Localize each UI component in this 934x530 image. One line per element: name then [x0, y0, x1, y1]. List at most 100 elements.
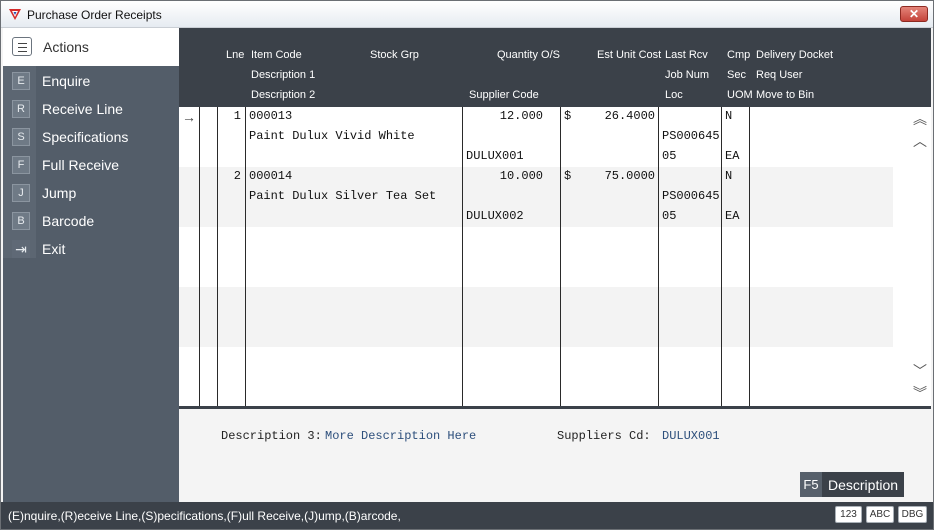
row-uom: EA — [725, 149, 740, 163]
row-currency: $ — [564, 109, 572, 123]
scroll-to-bottom-icon[interactable]: ︾ — [912, 385, 928, 401]
col-header-move-to-bin[interactable]: Move to Bin — [756, 89, 814, 101]
scroll-page-up-icon[interactable]: ︿ — [912, 133, 928, 149]
suppliers-cd-value: DULUX001 — [662, 429, 720, 443]
description-button[interactable]: F5 Description — [800, 472, 904, 497]
action-receive-line[interactable]: R Receive Line — [3, 95, 179, 123]
grid-scrollbar[interactable]: ︽ ︿ ﹀ ︾ — [909, 107, 931, 407]
col-header-job-num[interactable]: Job Num — [665, 69, 709, 81]
col-header-stock-grp[interactable]: Stock Grp — [370, 49, 419, 61]
col-header-supplier-code[interactable]: Supplier Code — [469, 89, 539, 101]
receipt-lines-grid: → 1 000013 12.000 $ 26.4000 N Paint Dulu… — [179, 107, 931, 407]
row-job-num[interactable]: PS000645 — [662, 189, 720, 203]
column-divider — [721, 107, 722, 407]
column-divider — [462, 107, 463, 407]
action-jump[interactable]: J Jump — [3, 179, 179, 207]
description-button-label: Description — [828, 477, 899, 493]
column-divider — [245, 107, 246, 407]
suppliers-cd-label: Suppliers Cd: — [557, 429, 651, 443]
numlock-indicator: 123 — [835, 506, 862, 523]
col-header-description-1[interactable]: Description 1 — [251, 69, 315, 81]
col-header-item-code[interactable]: Item Code — [251, 49, 302, 61]
app-logo-icon — [9, 9, 21, 20]
row-currency: $ — [564, 169, 572, 183]
action-label: Specifications — [42, 129, 129, 145]
column-divider — [749, 107, 750, 407]
status-message: (E)nquire,(R)eceive Line,(S)pecification… — [8, 509, 401, 523]
action-label: Enquire — [42, 73, 91, 89]
description-3-value: More Description Here — [325, 429, 477, 443]
row-quantity[interactable]: 10.000 — [465, 169, 543, 183]
action-specifications[interactable]: S Specifications — [3, 123, 179, 151]
actions-title: Actions — [43, 39, 89, 55]
row-lne: 1 — [233, 109, 241, 123]
current-row-arrow-icon: → — [182, 109, 196, 125]
row-est-unit-cost[interactable]: 26.4000 — [577, 109, 655, 123]
row-est-unit-cost[interactable]: 75.0000 — [577, 169, 655, 183]
row-item-code[interactable]: 000014 — [249, 169, 292, 183]
action-label: Jump — [42, 185, 77, 201]
description-3-label: Description 3: — [221, 429, 322, 443]
f5-key-icon: F5 — [800, 472, 822, 497]
app-window: Purchase Order Receipts ✕ Actions E Enqu… — [0, 0, 934, 530]
action-label: Full Receive — [42, 157, 120, 173]
title-bar: Purchase Order Receipts ✕ — [1, 1, 933, 28]
row-item-code[interactable]: 000013 — [249, 109, 292, 123]
row-job-num[interactable]: PS000645 — [662, 129, 720, 143]
row-lne: 2 — [233, 169, 241, 183]
actions-sidebar: Actions E Enquire R Receive Line S Speci… — [3, 28, 179, 502]
hotkey-j-icon: J — [12, 184, 30, 202]
action-full-receive[interactable]: F Full Receive — [3, 151, 179, 179]
action-label: Exit — [42, 241, 66, 257]
row-uom: EA — [725, 209, 740, 223]
col-header-sec[interactable]: Sec — [727, 69, 746, 81]
empty-row — [179, 347, 893, 407]
row-loc[interactable]: 05 — [662, 149, 676, 163]
column-divider — [658, 107, 659, 407]
hotkey-r-icon: R — [12, 100, 30, 118]
scroll-page-down-icon[interactable]: ﹀ — [912, 363, 928, 379]
row-cmp: N — [725, 169, 733, 183]
column-divider — [560, 107, 561, 407]
hotkey-e-icon: E — [12, 72, 30, 90]
row-supplier-code[interactable]: DULUX001 — [466, 149, 524, 163]
hamburger-menu-icon[interactable] — [12, 37, 32, 56]
empty-row — [179, 227, 893, 287]
window-title: Purchase Order Receipts — [27, 8, 162, 22]
row-description-1[interactable]: Paint Dulux Vivid White — [249, 129, 415, 143]
close-button[interactable]: ✕ — [900, 6, 928, 22]
row-loc[interactable]: 05 — [662, 209, 676, 223]
actions-header[interactable]: Actions — [3, 28, 179, 66]
action-exit[interactable]: ⇥ Exit — [3, 235, 179, 263]
col-header-est-unit-cost[interactable]: Est Unit Cost — [597, 49, 661, 61]
scroll-to-top-icon[interactable]: ︽ — [912, 111, 928, 127]
row-supplier-code[interactable]: DULUX002 — [466, 209, 524, 223]
col-header-uom[interactable]: UOM — [727, 89, 753, 101]
col-header-description-2[interactable]: Description 2 — [251, 89, 315, 101]
column-divider — [199, 107, 200, 407]
row-description-1[interactable]: Paint Dulux Silver Tea Set — [249, 189, 436, 203]
col-header-lne[interactable]: Lne — [226, 49, 244, 61]
row-quantity[interactable]: 12.000 — [465, 109, 543, 123]
detail-panel: Description 3: More Description Here Sup… — [179, 409, 931, 502]
capslock-indicator: ABC — [866, 506, 894, 523]
hotkey-b-icon: B — [12, 212, 30, 230]
hotkey-f-icon: F — [12, 156, 30, 174]
col-header-last-rcv[interactable]: Last Rcv — [665, 49, 708, 61]
status-bar: (E)nquire,(R)eceive Line,(S)pecification… — [1, 502, 933, 529]
empty-row — [179, 287, 893, 347]
action-label: Barcode — [42, 213, 95, 229]
col-header-loc[interactable]: Loc — [665, 89, 683, 101]
debug-indicator: DBG — [898, 506, 927, 523]
action-label: Receive Line — [42, 101, 123, 117]
hotkey-s-icon: S — [12, 128, 30, 146]
col-header-delivery-docket[interactable]: Delivery Docket — [756, 49, 833, 61]
col-header-quantity-os[interactable]: Quantity O/S — [497, 49, 560, 61]
action-enquire[interactable]: E Enquire — [3, 67, 179, 95]
column-divider — [217, 107, 218, 407]
col-header-req-user[interactable]: Req User — [756, 69, 802, 81]
action-barcode[interactable]: B Barcode — [3, 207, 179, 235]
grid-header: Lne Item Code Stock Grp Quantity O/S Est… — [179, 28, 931, 107]
exit-icon: ⇥ — [12, 240, 30, 258]
col-header-cmp[interactable]: Cmp — [727, 49, 750, 61]
